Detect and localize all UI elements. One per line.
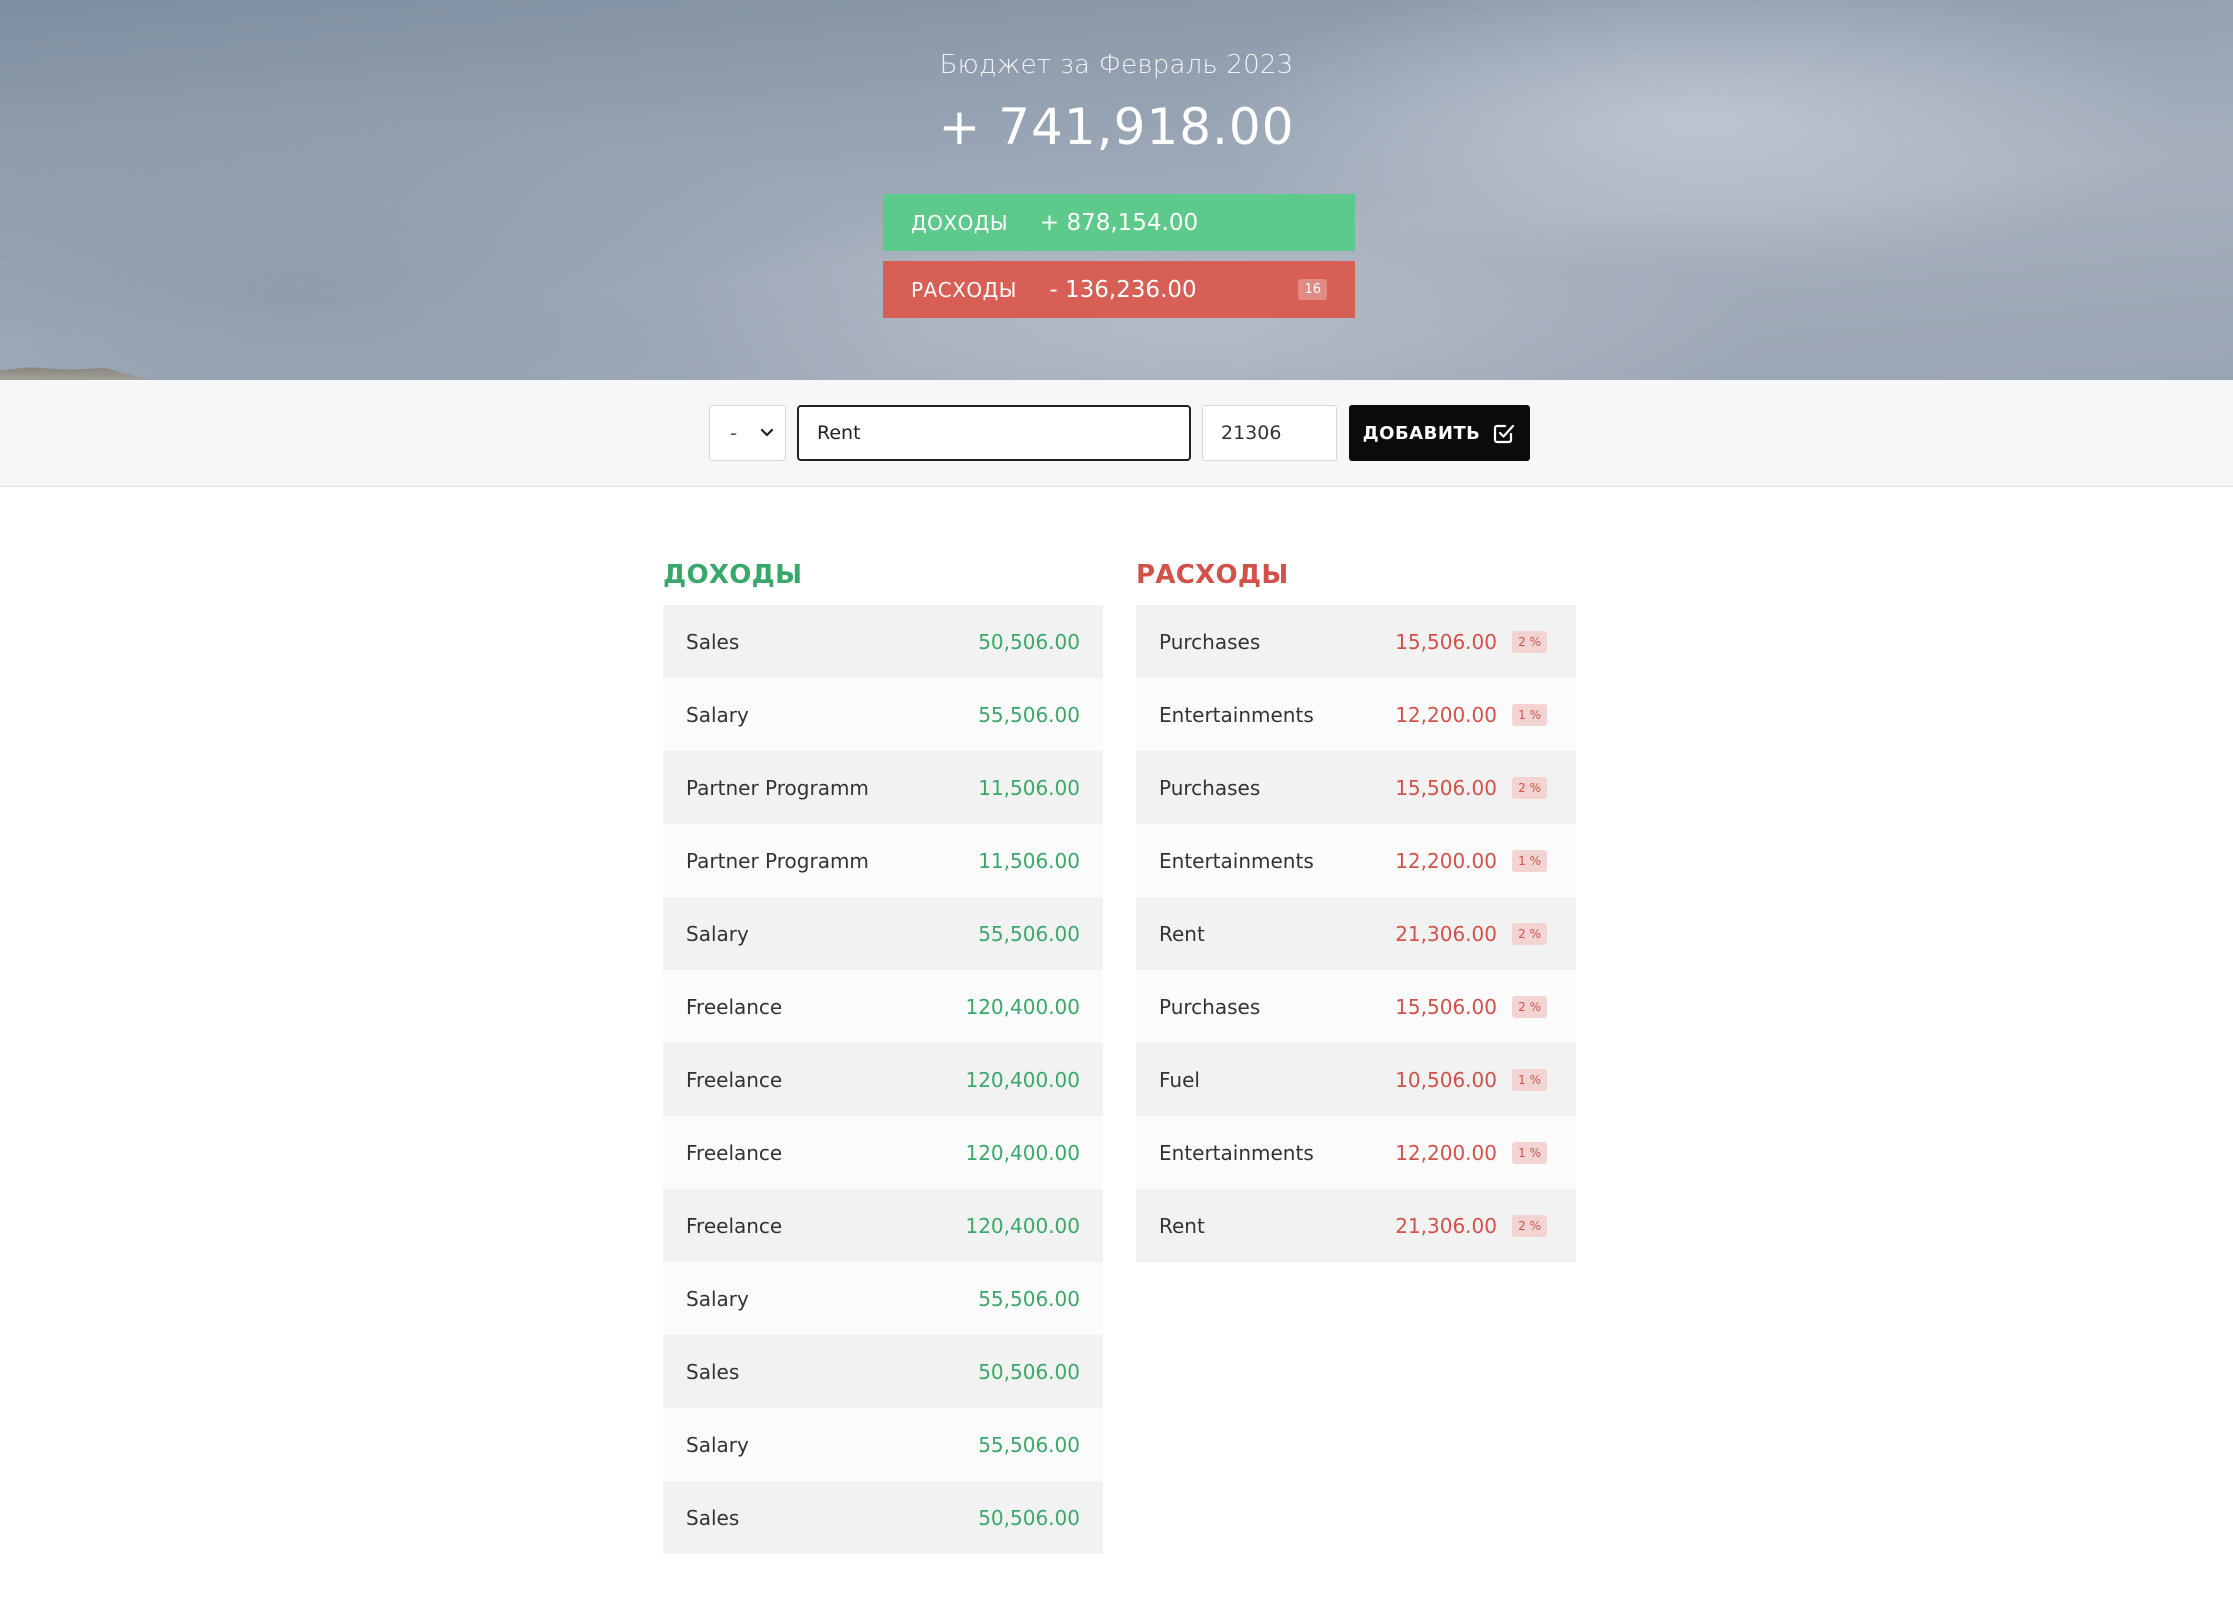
income-title: Доходы bbox=[663, 560, 803, 590]
item-percentage-badge: 2 % bbox=[1512, 922, 1547, 945]
add-button-label: Добавить bbox=[1362, 422, 1481, 444]
item-description: Salary bbox=[686, 702, 749, 727]
item-description: Partner Programm bbox=[686, 848, 869, 873]
item-value: 15,506.00 bbox=[1395, 775, 1497, 800]
expense-item[interactable]: Entertainments 12,200.00 1 % bbox=[1136, 678, 1576, 751]
income-item[interactable]: Freelance 120,400.00 bbox=[663, 1116, 1103, 1189]
item-description: Entertainments bbox=[1159, 848, 1314, 873]
item-description: Entertainments bbox=[1159, 1140, 1314, 1165]
item-description: Sales bbox=[686, 1505, 740, 1530]
item-value: 120,400.00 bbox=[965, 1140, 1080, 1165]
type-select-value: - bbox=[730, 421, 738, 445]
income-list: Sales 50,506.00 Salary 55,506.00 Partner Pro… bbox=[663, 605, 1103, 1554]
item-description: Fuel bbox=[1159, 1067, 1200, 1092]
income-item[interactable]: Salary 55,506.00 bbox=[663, 1408, 1103, 1481]
income-item[interactable]: Partner Programm 11,506.00 bbox=[663, 751, 1103, 824]
item-description: Freelance bbox=[686, 1140, 783, 1165]
item-description: Purchases bbox=[1159, 629, 1261, 654]
expense-summary: Расходы - 136,236.00 16 bbox=[883, 261, 1355, 318]
item-value: 12,200.00 bbox=[1395, 848, 1497, 873]
item-value: 15,506.00 bbox=[1395, 629, 1497, 654]
income-item[interactable]: Partner Programm 11,506.00 bbox=[663, 824, 1103, 897]
item-percentage-badge: 1 % bbox=[1512, 1141, 1547, 1164]
expense-item[interactable]: Rent 21,306.00 2 % bbox=[1136, 897, 1576, 970]
expense-item[interactable]: Purchases 15,506.00 2 % bbox=[1136, 970, 1576, 1043]
item-description: Salary bbox=[686, 921, 749, 946]
income-item[interactable]: Salary 55,506.00 bbox=[663, 678, 1103, 751]
item-percentage-badge: 2 % bbox=[1512, 1214, 1547, 1237]
type-select[interactable]: - bbox=[709, 405, 786, 461]
item-value: 50,506.00 bbox=[978, 629, 1080, 654]
item-percentage-badge: 1 % bbox=[1512, 849, 1547, 872]
item-description: Purchases bbox=[1159, 994, 1261, 1019]
expense-item[interactable]: Fuel 10,506.00 1 % bbox=[1136, 1043, 1576, 1116]
income-column: Доходы Sales 50,506.00 Salary 55,506.00 Part… bbox=[663, 560, 1103, 1554]
item-description: Partner Programm bbox=[686, 775, 869, 800]
item-description: Rent bbox=[1159, 921, 1205, 946]
item-value: 21,306.00 bbox=[1395, 1213, 1497, 1238]
budget-header: Бюджет за Февраль 2023 + 741,918.00 Дохо… bbox=[0, 0, 2233, 380]
item-value: 21,306.00 bbox=[1395, 921, 1497, 946]
item-value: 50,506.00 bbox=[978, 1505, 1080, 1530]
item-description: Freelance bbox=[686, 1067, 783, 1092]
expense-percentage-badge: 16 bbox=[1298, 279, 1327, 300]
item-value: 120,400.00 bbox=[965, 1213, 1080, 1238]
income-summary-value: + 878,154.00 bbox=[1039, 209, 1199, 236]
item-value: 55,506.00 bbox=[978, 702, 1080, 727]
expense-summary-value: - 136,236.00 bbox=[1049, 276, 1197, 303]
item-value: 55,506.00 bbox=[978, 1286, 1080, 1311]
item-value: 11,506.00 bbox=[978, 775, 1080, 800]
add-button[interactable]: Добавить bbox=[1349, 405, 1530, 461]
item-description: Freelance bbox=[686, 1213, 783, 1238]
item-description: Salary bbox=[686, 1432, 749, 1457]
expense-title: Расходы bbox=[1136, 560, 1289, 590]
item-percentage-badge: 2 % bbox=[1512, 776, 1547, 799]
item-value: 11,506.00 bbox=[978, 848, 1080, 873]
item-description: Entertainments bbox=[1159, 702, 1314, 727]
item-description: Sales bbox=[686, 629, 740, 654]
item-value: 55,506.00 bbox=[978, 921, 1080, 946]
item-value: 55,506.00 bbox=[978, 1432, 1080, 1457]
item-value: 12,200.00 bbox=[1395, 1140, 1497, 1165]
income-item[interactable]: Freelance 120,400.00 bbox=[663, 1043, 1103, 1116]
item-description: Purchases bbox=[1159, 775, 1261, 800]
description-input[interactable] bbox=[797, 405, 1191, 461]
income-item[interactable]: Freelance 120,400.00 bbox=[663, 1189, 1103, 1262]
expense-item[interactable]: Purchases 15,506.00 2 % bbox=[1136, 751, 1576, 824]
expense-item[interactable]: Entertainments 12,200.00 1 % bbox=[1136, 824, 1576, 897]
item-value: 15,506.00 bbox=[1395, 994, 1497, 1019]
add-item-bar: - Добавить bbox=[0, 380, 2233, 487]
income-item[interactable]: Sales 50,506.00 bbox=[663, 1481, 1103, 1554]
item-value: 120,400.00 bbox=[965, 1067, 1080, 1092]
income-item[interactable]: Sales 50,506.00 bbox=[663, 605, 1103, 678]
checkbox-checked-icon bbox=[1494, 424, 1515, 444]
background-hill bbox=[0, 367, 150, 380]
item-value: 10,506.00 bbox=[1395, 1067, 1497, 1092]
income-item[interactable]: Sales 50,506.00 bbox=[663, 1335, 1103, 1408]
expense-list: Purchases 15,506.00 2 % Entertainments 12,20… bbox=[1136, 605, 1576, 1262]
income-summary: Доходы + 878,154.00 bbox=[883, 194, 1355, 251]
chevron-down-icon bbox=[760, 428, 774, 437]
expense-item[interactable]: Purchases 15,506.00 2 % bbox=[1136, 605, 1576, 678]
item-description: Freelance bbox=[686, 994, 783, 1019]
item-value: 50,506.00 bbox=[978, 1359, 1080, 1384]
item-description: Sales bbox=[686, 1359, 740, 1384]
income-item[interactable]: Freelance 120,400.00 bbox=[663, 970, 1103, 1043]
item-percentage-badge: 1 % bbox=[1512, 703, 1547, 726]
item-percentage-badge: 2 % bbox=[1512, 630, 1547, 653]
income-item[interactable]: Salary 55,506.00 bbox=[663, 1262, 1103, 1335]
income-item[interactable]: Salary 55,506.00 bbox=[663, 897, 1103, 970]
item-description: Rent bbox=[1159, 1213, 1205, 1238]
item-percentage-badge: 1 % bbox=[1512, 1068, 1547, 1091]
expense-item[interactable]: Rent 21,306.00 2 % bbox=[1136, 1189, 1576, 1262]
expense-column: Расходы Purchases 15,506.00 2 % Entertainme… bbox=[1136, 560, 1576, 1262]
value-input[interactable] bbox=[1202, 405, 1337, 461]
budget-total: + 741,918.00 bbox=[938, 98, 1295, 156]
expense-item[interactable]: Entertainments 12,200.00 1 % bbox=[1136, 1116, 1576, 1189]
item-percentage-badge: 2 % bbox=[1512, 995, 1547, 1018]
item-value: 120,400.00 bbox=[965, 994, 1080, 1019]
budget-title: Бюджет за Февраль 2023 bbox=[939, 50, 1294, 80]
item-description: Salary bbox=[686, 1286, 749, 1311]
item-value: 12,200.00 bbox=[1395, 702, 1497, 727]
